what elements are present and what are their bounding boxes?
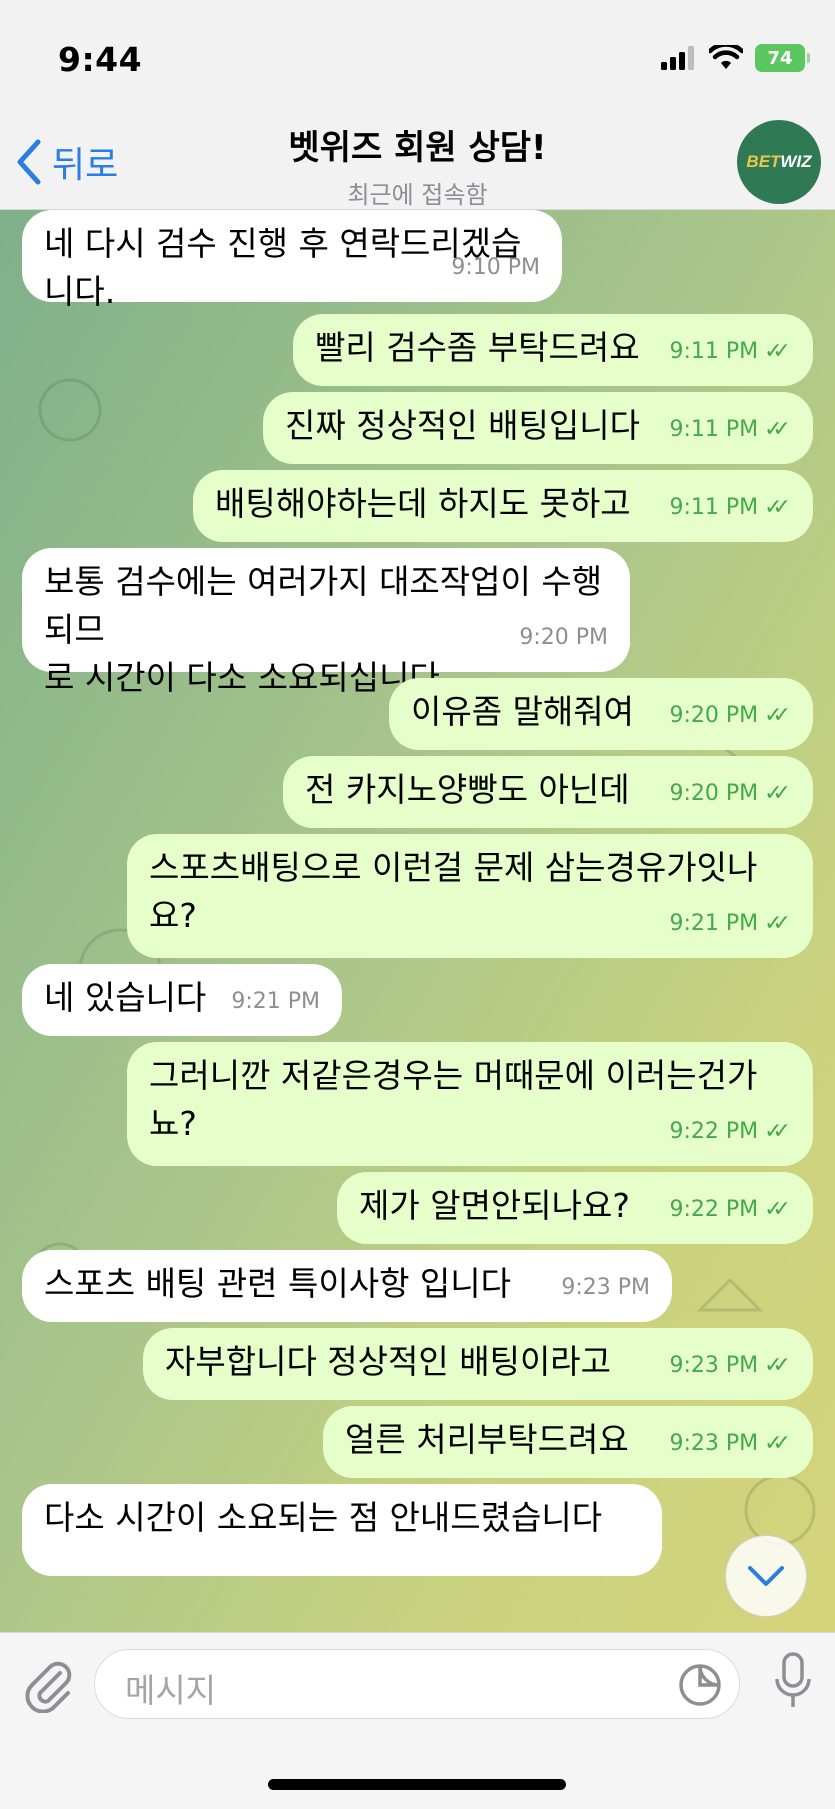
message-text: 다소 시간이 소요되는 점 안내드렸습니다 bbox=[44, 1498, 603, 1537]
avatar[interactable]: BET WIZ bbox=[737, 120, 821, 204]
message-time: 9:11 PM bbox=[669, 495, 759, 520]
message-time: 9:23 PM bbox=[561, 1275, 650, 1300]
battery-icon: 74 bbox=[755, 44, 810, 72]
outgoing-message[interactable]: 빨리 검수좀 부탁드려요 9:11 PM ✓✓ bbox=[293, 314, 813, 386]
outgoing-message[interactable]: 그러니깐 저같은경우는 머때문에 이러는건가 뇨? 9:22 PM ✓✓ bbox=[127, 1042, 813, 1166]
message-text: 스포츠 배팅 관련 특이사항 입니다 bbox=[44, 1264, 511, 1303]
message-input-placeholder: 메시지 bbox=[125, 1671, 217, 1710]
paperclip-icon[interactable] bbox=[22, 1657, 74, 1713]
incoming-message[interactable]: 보통 검수에는 여러가지 대조작업이 수행되므 로 시간이 다소 소요되십니다.… bbox=[22, 548, 630, 697]
message-meta: 9:22 PM ✓✓ bbox=[669, 1108, 791, 1156]
message-meta: 9:11 PM ✓✓ bbox=[669, 406, 791, 454]
message-meta: 9:10 PM bbox=[451, 244, 540, 292]
message-time: 9:23 PM bbox=[669, 1431, 759, 1456]
incoming-message[interactable]: 네 다시 검수 진행 후 연락드리겠습니다. 9:10 PM bbox=[22, 210, 562, 311]
status-icons: 74 bbox=[661, 44, 810, 72]
outgoing-message[interactable]: 얼른 처리부탁드려요 9:23 PM ✓✓ bbox=[323, 1406, 813, 1478]
read-check-icon: ✓✓ bbox=[764, 911, 791, 936]
message-input[interactable]: 메시지 bbox=[94, 1649, 740, 1719]
signal-icon bbox=[661, 46, 694, 70]
incoming-message[interactable]: 다소 시간이 소요되는 점 안내드렸습니다 bbox=[22, 1484, 662, 1576]
incoming-message[interactable]: 스포츠 배팅 관련 특이사항 입니다 9:23 PM bbox=[22, 1250, 672, 1322]
message-meta: 9:22 PM ✓✓ bbox=[669, 1186, 791, 1234]
read-check-icon: ✓✓ bbox=[764, 339, 791, 364]
read-check-icon: ✓✓ bbox=[764, 1197, 791, 1222]
message-time: 9:20 PM bbox=[669, 781, 759, 806]
chevron-down-icon bbox=[748, 1566, 784, 1586]
read-check-icon: ✓✓ bbox=[764, 1353, 791, 1378]
read-check-icon: ✓✓ bbox=[764, 1119, 791, 1144]
message-meta: 9:23 PM ✓✓ bbox=[669, 1420, 791, 1468]
outgoing-message[interactable]: 전 카지노양빵도 아닌데 9:20 PM ✓✓ bbox=[283, 756, 813, 828]
outgoing-message[interactable]: 이유좀 말해줘여 9:20 PM ✓✓ bbox=[389, 678, 813, 750]
chat-title: 벳위즈 회원 상담! bbox=[288, 128, 547, 168]
read-check-icon: ✓✓ bbox=[764, 417, 791, 442]
message-meta: 9:23 PM bbox=[561, 1264, 650, 1312]
message-meta: 9:20 PM ✓✓ bbox=[669, 692, 791, 740]
outgoing-message[interactable]: 자부합니다 정상적인 배팅이라고 9:23 PM ✓✓ bbox=[143, 1328, 813, 1400]
avatar-logo-wiz: WIZ bbox=[780, 152, 812, 171]
message-meta: 9:11 PM ✓✓ bbox=[669, 328, 791, 376]
composer-bar: 메시지 bbox=[0, 1632, 835, 1809]
message-meta: 9:21 PM ✓✓ bbox=[669, 900, 791, 948]
read-check-icon: ✓✓ bbox=[764, 495, 791, 520]
status-time: 9:44 bbox=[58, 40, 143, 79]
home-indicator bbox=[268, 1779, 566, 1790]
read-check-icon: ✓✓ bbox=[764, 1431, 791, 1456]
message-time: 9:21 PM bbox=[231, 989, 320, 1014]
message-time: 9:11 PM bbox=[669, 339, 759, 364]
chat-header: 뒤로 벳위즈 회원 상담! 최근에 접속함 BET WIZ bbox=[0, 110, 835, 210]
chat-subtitle: 최근에 접속함 bbox=[347, 181, 488, 209]
message-time: 9:22 PM bbox=[669, 1197, 759, 1222]
avatar-logo-bet: BET bbox=[746, 152, 781, 171]
message-meta: 9:20 PM ✓✓ bbox=[669, 770, 791, 818]
status-bar: 9:44 74 bbox=[0, 0, 835, 118]
read-check-icon: ✓✓ bbox=[764, 703, 791, 728]
message-time: 9:22 PM bbox=[669, 1119, 759, 1144]
incoming-message[interactable]: 네 있습니다 9:21 PM bbox=[22, 964, 342, 1036]
message-time: 9:20 PM bbox=[669, 703, 759, 728]
message-meta: 9:21 PM bbox=[231, 978, 320, 1026]
read-check-icon: ✓✓ bbox=[764, 781, 791, 806]
message-time: 9:10 PM bbox=[451, 255, 540, 280]
chat-area[interactable]: 네 다시 검수 진행 후 연락드리겠습니다. 9:10 PM 빨리 검수좀 부탁드려… bbox=[0, 210, 835, 1632]
message-time: 9:11 PM bbox=[669, 417, 759, 442]
message-meta: 9:20 PM bbox=[519, 614, 608, 662]
message-time: 9:23 PM bbox=[669, 1353, 759, 1378]
outgoing-message[interactable]: 진짜 정상적인 배팅입니다 9:11 PM ✓✓ bbox=[263, 392, 813, 464]
microphone-icon[interactable] bbox=[773, 1651, 813, 1711]
chat-title-block[interactable]: 벳위즈 회원 상담! 최근에 접속함 bbox=[0, 120, 835, 210]
outgoing-message[interactable]: 배팅해야하는데 하지도 못하고 9:11 PM ✓✓ bbox=[193, 470, 813, 542]
wifi-icon bbox=[709, 45, 743, 69]
scroll-down-button[interactable] bbox=[725, 1535, 807, 1617]
message-meta: 9:23 PM ✓✓ bbox=[669, 1342, 791, 1390]
outgoing-message[interactable]: 스포츠배팅으로 이런걸 문제 삼는경유가잇나 요? 9:21 PM ✓✓ bbox=[127, 834, 813, 958]
message-time: 9:21 PM bbox=[669, 911, 759, 936]
sticker-icon[interactable] bbox=[677, 1662, 723, 1708]
outgoing-message[interactable]: 제가 알면안되나요? 9:22 PM ✓✓ bbox=[337, 1172, 813, 1244]
message-meta: 9:11 PM ✓✓ bbox=[669, 484, 791, 532]
message-time: 9:20 PM bbox=[519, 625, 608, 650]
battery-level: 74 bbox=[767, 47, 793, 69]
